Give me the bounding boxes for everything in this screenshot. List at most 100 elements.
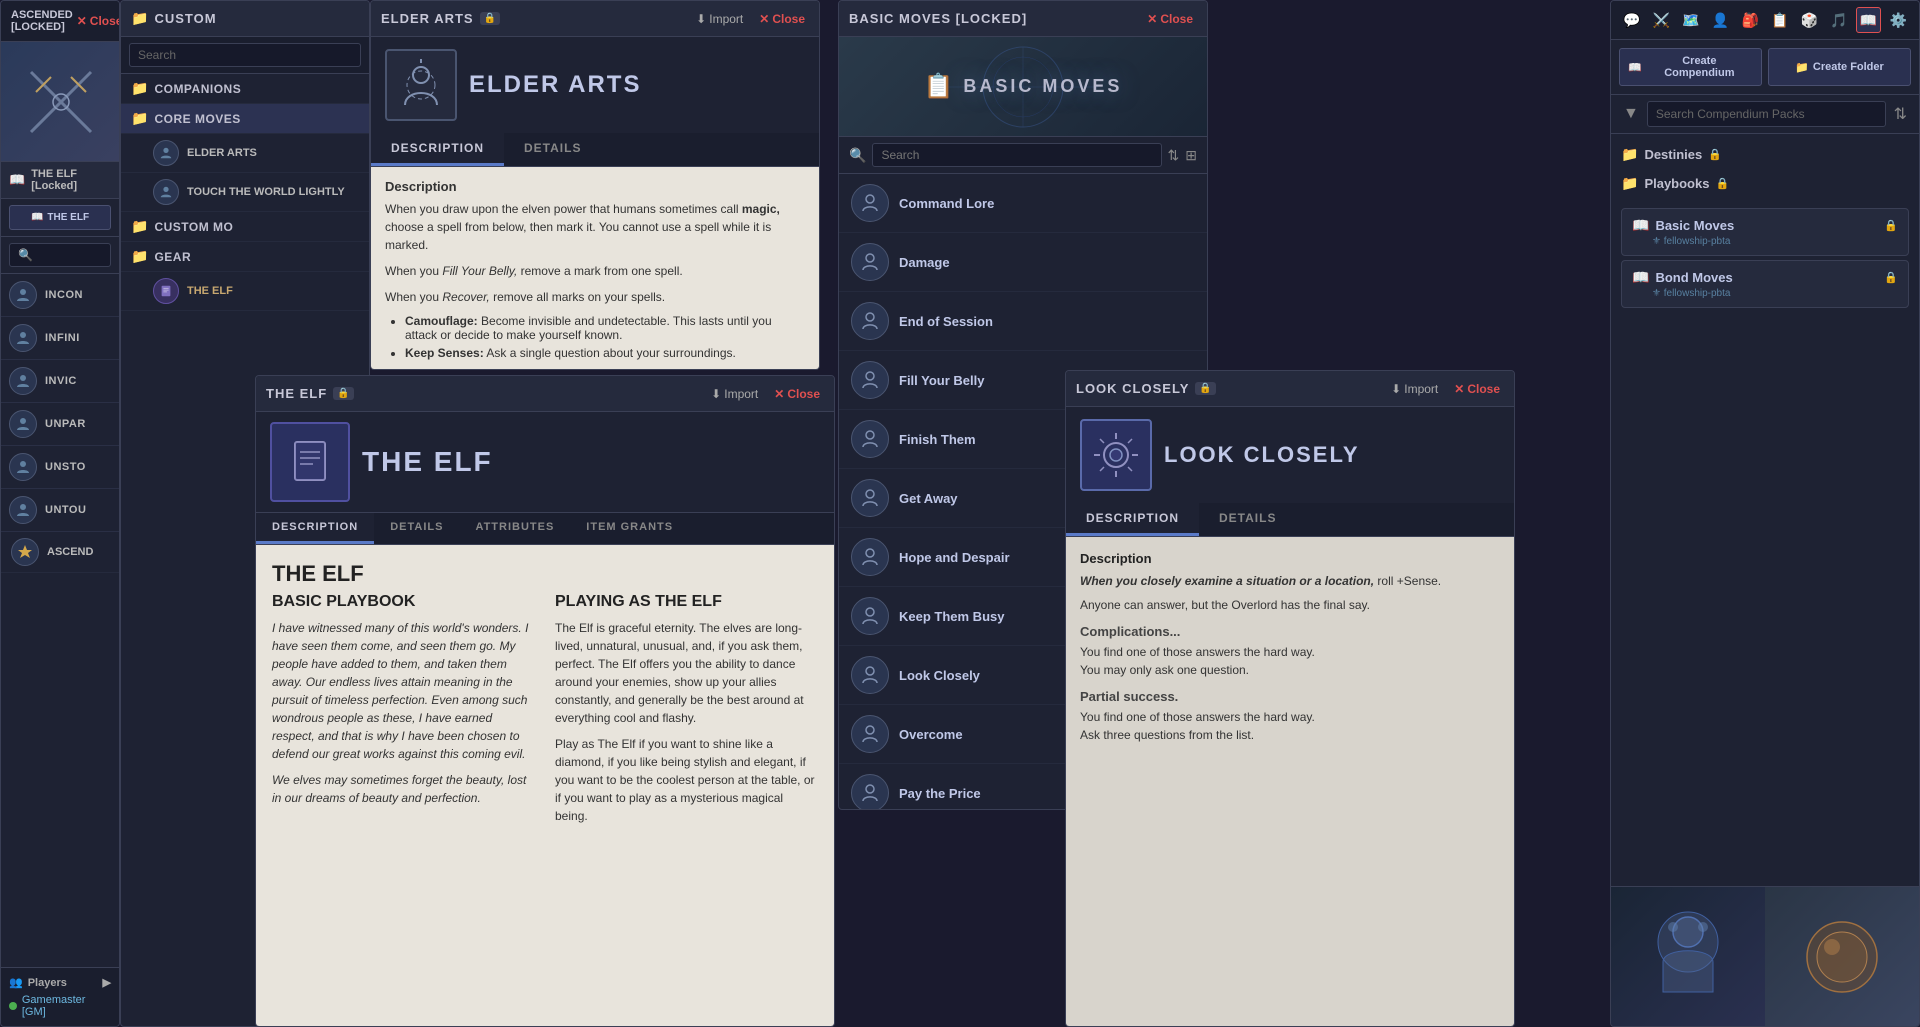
sidebar-item-incon[interactable]: INCON — [1, 274, 119, 317]
players-expand-icon[interactable]: ▶ — [103, 976, 111, 989]
elf-left-text2: We elves may sometimes forget the beauty… — [272, 771, 535, 807]
comp-art-left — [1618, 892, 1758, 1022]
comp-pack-basic-moves[interactable]: 📖 Basic Moves 🔒 ⚜ fellowship-pbta — [1621, 208, 1909, 256]
tab-attributes-elf[interactable]: ATTRIBUTES — [459, 513, 570, 544]
left-panel-header: 📁 CUSTOM — [121, 1, 369, 37]
the-elf-button[interactable]: 📖 THE ELF — [9, 205, 111, 230]
look-partial-title: Partial success. — [1080, 689, 1500, 704]
ascended-search-input[interactable] — [9, 243, 111, 267]
create-folder-button[interactable]: 📁 Create Folder — [1768, 48, 1911, 86]
basic-moves-close-button[interactable]: ✕ Close — [1143, 10, 1197, 28]
incon-icon — [9, 281, 37, 309]
finish-them-icon — [851, 420, 889, 458]
elder-arts-header: ELDER ARTS 🔒 ⬇ Import ✕ Close — [371, 1, 819, 37]
comp-pack-bond-moves[interactable]: 📖 Bond Moves 🔒 ⚜ fellowship-pbta — [1621, 260, 1909, 308]
look-closely-content: Description When you closely examine a s… — [1066, 537, 1514, 1026]
look-closely-icon-area: Look Closely — [1066, 407, 1514, 503]
toolbar-chat-icon[interactable]: 💬 — [1619, 7, 1645, 33]
elf-import-button[interactable]: ⬇ Import — [707, 385, 762, 403]
folder-custom-mo-label: CUSTOM MO — [154, 220, 233, 234]
look-closely-import-button[interactable]: ⬇ Import — [1387, 380, 1442, 398]
bond-moves-pack-sub: ⚜ fellowship-pbta — [1632, 286, 1898, 299]
tab-description-elder[interactable]: DESCRIPTION — [371, 133, 504, 166]
folder-custom-mo[interactable]: 📁 CUSTOM MO — [121, 212, 369, 242]
sidebar-item-unpar[interactable]: UNPAR — [1, 403, 119, 446]
folder-core-moves[interactable]: 📁 CORE MOVES — [121, 104, 369, 134]
basic-moves-pack-name: Basic Moves — [1655, 218, 1734, 233]
elf-panel: THE ELF 🔒 ⬇ Import ✕ Close THE ELF — [255, 375, 835, 1027]
tab-details-elder[interactable]: DETAILS — [504, 133, 601, 166]
tab-item-grants-elf[interactable]: ITEM GRANTS — [570, 513, 689, 544]
tab-details-elf[interactable]: DETAILS — [374, 513, 459, 544]
get-away-label: Get Away — [899, 491, 958, 506]
folder-core-moves-label: CORE MOVES — [154, 112, 240, 126]
gm-name: Gamemaster [GM] — [22, 994, 111, 1018]
basic-moves-pack-lock: 🔒 — [1884, 219, 1898, 232]
pay-price-label: Pay the Price — [899, 786, 981, 801]
comp-sort-icon[interactable]: ⇅ — [1890, 102, 1911, 126]
toolbar-journal-icon[interactable]: 📋 — [1767, 7, 1793, 33]
comp-img-slot-2 — [1765, 887, 1919, 1026]
tab-description-look[interactable]: DESCRIPTION — [1066, 503, 1199, 536]
elder-bullet-keep-senses: Keep Senses: Ask a single question about… — [405, 346, 805, 360]
compendium-create-buttons: 📖 Create Compendium 📁 Create Folder — [1611, 40, 1919, 95]
item-elder-arts[interactable]: ELDER ARTS — [121, 134, 369, 173]
elder-arts-tab-bar: DESCRIPTION DETAILS — [371, 133, 819, 167]
bond-moves-pack-lock: 🔒 — [1884, 271, 1898, 284]
tab-details-look[interactable]: DETAILS — [1199, 503, 1296, 536]
sidebar-item-ascend[interactable]: ASCEND — [1, 532, 119, 573]
elder-arts-import-button[interactable]: ⬇ Import — [692, 10, 747, 28]
comp-filter-icon[interactable]: ▼ — [1619, 103, 1643, 125]
toolbar-compendium-icon[interactable]: 📖 — [1856, 7, 1882, 33]
move-row-damage[interactable]: Damage — [839, 233, 1207, 292]
move-row-end-of-session[interactable]: End of Session — [839, 292, 1207, 351]
move-row-command-lore[interactable]: Command Lore — [839, 174, 1207, 233]
tab-description-elf[interactable]: DESCRIPTION — [256, 513, 374, 544]
look-desc-sub: Anyone can answer, but the Overlord has … — [1080, 596, 1500, 614]
sidebar-item-unsto[interactable]: UNSTO — [1, 446, 119, 489]
elf-sub-title: THE ELF [Locked] — [31, 168, 111, 192]
gm-label: Gamemaster [GM] — [9, 989, 111, 1018]
toolbar-combat-icon[interactable]: ⚔️ — [1649, 7, 1675, 33]
elf-playbook-label: BASIC PLAYBOOK — [272, 593, 535, 611]
folder-gear[interactable]: 📁 GEAR — [121, 242, 369, 272]
look-closely-close-button[interactable]: ✕ Close — [1450, 380, 1504, 398]
compendium-search-input[interactable] — [1647, 101, 1886, 127]
toolbar-tables-icon[interactable]: 🎲 — [1797, 7, 1823, 33]
elder-arts-close-button[interactable]: ✕ Close — [755, 10, 809, 28]
basic-moves-grid-icon[interactable]: ⊞ — [1185, 147, 1197, 164]
elf-playing-label: PLAYING AS THE ELF — [555, 593, 818, 611]
look-desc-text: When you closely examine a situation or … — [1080, 572, 1500, 590]
create-compendium-label: Create Compendium — [1646, 55, 1753, 79]
item-touch-world[interactable]: TOUCH THE WORLD LIGHTLY — [121, 173, 369, 212]
comp-folder-playbooks[interactable]: 📁 Playbooks 🔒 — [1611, 169, 1919, 198]
toolbar-map-icon[interactable]: 🗺️ — [1678, 7, 1704, 33]
toolbar-settings-icon[interactable]: ⚙️ — [1885, 7, 1911, 33]
elder-arts-icon — [153, 140, 179, 166]
toolbar-playlists-icon[interactable]: 🎵 — [1826, 7, 1852, 33]
basic-moves-sort-icon[interactable]: ⇅ — [1168, 147, 1180, 164]
comp-folder-destinies[interactable]: 📁 Destinies 🔒 — [1611, 140, 1919, 169]
create-compendium-button[interactable]: 📖 Create Compendium — [1619, 48, 1762, 86]
ascended-actor-list: INCON INFINI INVIC UNPAR UNSTO — [1, 274, 119, 967]
sidebar-item-invic[interactable]: INVIC — [1, 360, 119, 403]
ascended-title: ASCENDED [Locked] — [11, 9, 73, 33]
unsto-icon — [9, 453, 37, 481]
elf-close-button[interactable]: ✕ Close — [770, 385, 824, 403]
elder-desc-heading: Description — [385, 179, 805, 194]
toolbar-items-icon[interactable]: 🎒 — [1737, 7, 1763, 33]
look-closely-tab-bar: DESCRIPTION DETAILS — [1066, 503, 1514, 537]
folder-companions[interactable]: 📁 COMPANIONS — [121, 74, 369, 104]
ascended-close-button[interactable]: ✕ Close — [73, 12, 120, 30]
sidebar-item-untou[interactable]: UNTOU — [1, 489, 119, 532]
toolbar-actors-icon[interactable]: 👤 — [1708, 7, 1734, 33]
item-the-elf[interactable]: THE ELF — [121, 272, 369, 311]
look-desc-heading: Description — [1080, 551, 1500, 566]
basic-moves-search-input[interactable] — [872, 143, 1161, 167]
keep-busy-icon — [851, 597, 889, 635]
left-search-input[interactable] — [129, 43, 361, 67]
elf-btn-label: THE ELF — [47, 212, 89, 223]
command-lore-label: Command Lore — [899, 196, 994, 211]
ascended-art — [1, 42, 120, 162]
sidebar-item-infini[interactable]: INFINI — [1, 317, 119, 360]
